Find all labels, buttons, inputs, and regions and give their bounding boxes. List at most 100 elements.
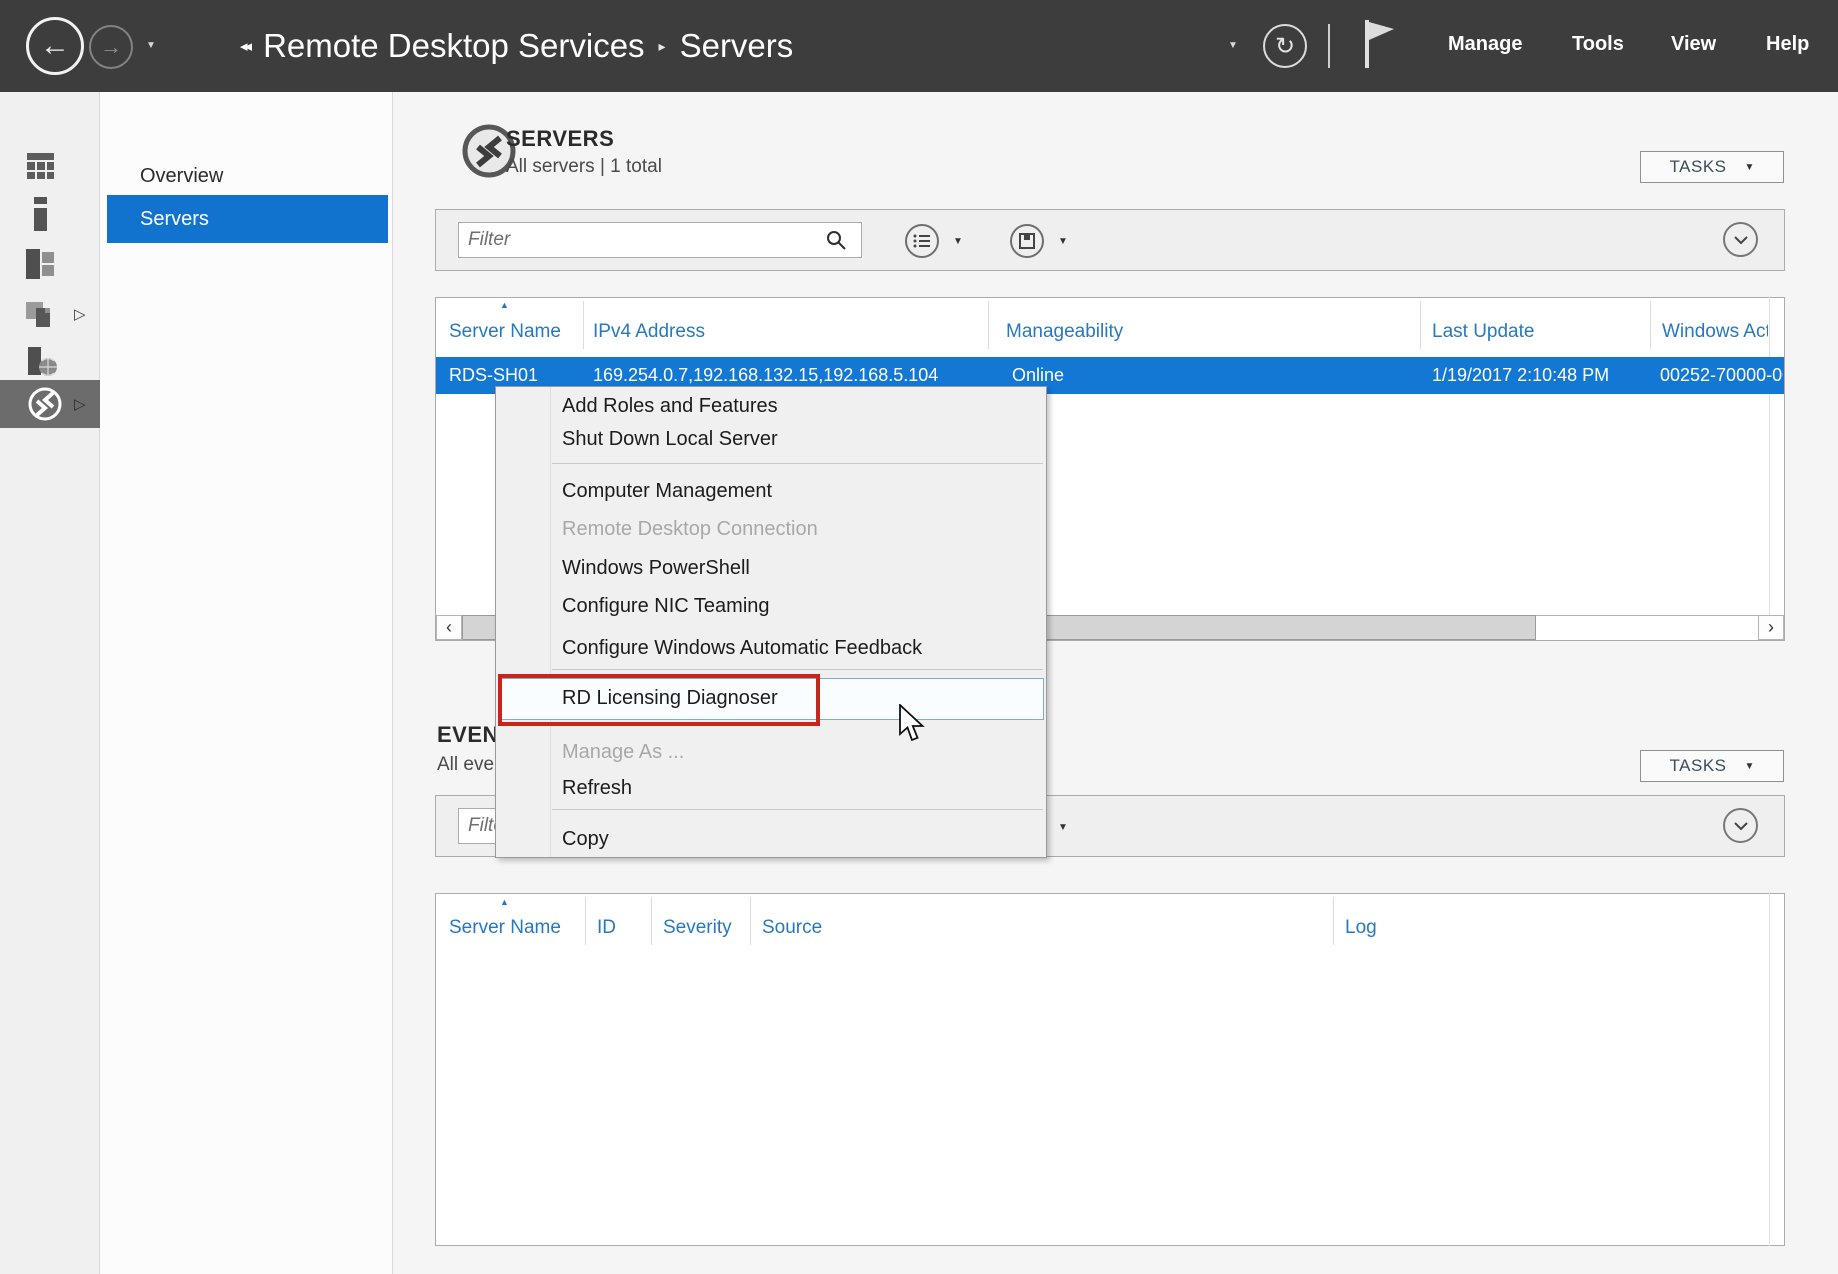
forward-arrow-icon: →	[100, 34, 122, 60]
events-column-source[interactable]: Source	[762, 914, 822, 942]
column-divider	[1650, 301, 1651, 349]
menu-item-windows-powershell[interactable]: Windows PowerShell	[562, 551, 1041, 585]
refresh-icon: ↻	[1275, 32, 1295, 61]
events-table	[435, 893, 1785, 1246]
expand-rds-icon[interactable]: ▷	[74, 395, 86, 413]
servers-filter-input[interactable]	[458, 222, 862, 258]
menu-item-copy[interactable]: Copy	[562, 822, 1041, 856]
menu-help[interactable]: Help	[1766, 33, 1809, 56]
sidebar-item-dashboard[interactable]	[0, 144, 100, 188]
column-divider	[988, 301, 989, 349]
refresh-caret-icon[interactable]: ▼	[1228, 40, 1238, 51]
tasks-caret-icon: ▼	[1745, 162, 1755, 173]
menu-separator	[552, 669, 1043, 670]
server-context-menu: Add Roles and Features Shut Down Local S…	[495, 386, 1047, 858]
chevron-down-icon	[1733, 235, 1749, 245]
nav-item-servers[interactable]: Servers	[107, 195, 388, 243]
column-divider	[651, 897, 652, 945]
menu-tools[interactable]: Tools	[1572, 33, 1624, 56]
sidebar-item-web-server[interactable]	[0, 340, 100, 384]
topbar-divider	[1328, 24, 1330, 68]
scroll-left-button[interactable]: ‹	[436, 615, 462, 640]
tasks-caret-icon: ▼	[1745, 761, 1755, 772]
column-header-windows-activation[interactable]: Windows Activation	[1662, 318, 1768, 346]
events-column-log[interactable]: Log	[1345, 914, 1377, 942]
title-bar: ← → ▼ ◂◂ Remote Desktop Services ▸ Serve…	[0, 0, 1838, 92]
mouse-cursor	[898, 704, 926, 749]
expand-file-storage-icon[interactable]: ▷	[74, 305, 86, 323]
all-servers-icon	[26, 249, 56, 279]
events-tasks-button[interactable]: TASKS ▼	[1640, 750, 1784, 782]
column-divider	[583, 301, 584, 349]
saved-queries-button[interactable]	[905, 224, 939, 258]
menu-item-shut-down-local-server[interactable]: Shut Down Local Server	[562, 422, 1041, 456]
tasks-label: TASKS	[1670, 157, 1727, 177]
column-header-last-update[interactable]: Last Update	[1432, 318, 1534, 346]
nav-item-overview[interactable]: Overview	[107, 152, 388, 200]
events-column-id[interactable]: ID	[597, 914, 616, 942]
refresh-button[interactable]: ↻	[1263, 24, 1307, 68]
events-column-server-name[interactable]: Server Name	[449, 914, 561, 942]
menu-item-add-roles-and-features[interactable]: Add Roles and Features	[562, 389, 1041, 423]
history-caret-icon[interactable]: ▼	[146, 40, 156, 51]
servers-section-subtitle: All servers | 1 total	[506, 156, 662, 178]
tasks-label: TASKS	[1670, 756, 1727, 776]
server-manager-window: ← → ▼ ◂◂ Remote Desktop Services ▸ Serve…	[0, 0, 1838, 1274]
sidebar-item-local-server[interactable]	[0, 192, 100, 236]
save-icon	[1019, 233, 1035, 249]
notifications-flag-button[interactable]	[1360, 16, 1400, 79]
search-icon	[826, 230, 848, 252]
save-query-button[interactable]	[1010, 224, 1044, 258]
servers-tasks-button[interactable]: TASKS ▼	[1640, 151, 1784, 183]
breadcrumb: ◂◂ Remote Desktop Services ▸ Servers	[240, 0, 793, 92]
scrollbar-gutter	[1769, 893, 1770, 1246]
sidebar-item-all-servers[interactable]	[0, 242, 100, 286]
file-storage-icon	[26, 300, 54, 328]
breadcrumb-root-label[interactable]: Remote Desktop Services	[263, 27, 644, 65]
annotation-red-box	[498, 674, 820, 726]
list-icon	[913, 233, 931, 249]
sidebar-item-remote-desktop-services[interactable]: ▷	[0, 380, 100, 428]
cell-windows-activation: 00252-70000-00000	[1660, 357, 1783, 394]
column-divider	[750, 897, 751, 945]
menu-item-refresh[interactable]: Refresh	[562, 771, 1041, 805]
scrollbar-gutter	[1769, 297, 1770, 615]
scroll-right-icon: ›	[1768, 617, 1774, 638]
menu-item-manage-as: Manage As ...	[562, 735, 1041, 769]
menu-separator	[552, 463, 1043, 464]
sidebar-item-file-storage-services[interactable]: ▷	[0, 292, 100, 336]
events-collapse-button[interactable]	[1723, 808, 1758, 843]
column-header-server-name[interactable]: Server Name	[449, 318, 561, 346]
scroll-right-button[interactable]: ›	[1758, 615, 1784, 640]
save-query-caret-icon[interactable]: ▼	[1058, 236, 1068, 247]
menu-separator	[552, 809, 1043, 810]
server-globe-icon	[26, 347, 58, 377]
collapse-breadcrumb-icon[interactable]: ◂◂	[240, 37, 249, 55]
menu-item-remote-desktop-connection: Remote Desktop Connection	[562, 512, 1041, 546]
servers-collapse-button[interactable]	[1723, 222, 1758, 257]
events-column-severity[interactable]: Severity	[663, 914, 732, 942]
menu-view[interactable]: View	[1671, 33, 1716, 56]
back-button[interactable]: ←	[26, 17, 84, 75]
breadcrumb-current-label[interactable]: Servers	[680, 27, 794, 65]
dashboard-icon	[26, 152, 56, 180]
breadcrumb-separator-icon: ▸	[659, 38, 666, 55]
back-arrow-icon: ←	[40, 29, 70, 63]
rds-icon	[26, 385, 64, 423]
menu-item-configure-nic-teaming[interactable]: Configure NIC Teaming	[562, 589, 1041, 623]
column-divider	[585, 897, 586, 945]
scroll-left-icon: ‹	[446, 617, 452, 638]
forward-button[interactable]: →	[89, 25, 133, 69]
events-save-query-caret-icon[interactable]: ▼	[1058, 822, 1068, 833]
menu-item-computer-management[interactable]: Computer Management	[562, 474, 1041, 508]
menu-item-configure-windows-automatic-feedback[interactable]: Configure Windows Automatic Feedback	[562, 631, 1041, 665]
menu-manage[interactable]: Manage	[1448, 33, 1522, 56]
menu-gutter	[550, 387, 551, 857]
local-server-icon	[26, 197, 56, 231]
servers-section-title: SERVERS	[506, 126, 614, 152]
column-header-manageability[interactable]: Manageability	[1006, 318, 1123, 346]
flag-icon	[1360, 16, 1400, 74]
column-header-ipv4[interactable]: IPv4 Address	[593, 318, 705, 346]
sort-ascending-icon: ▲	[500, 300, 509, 310]
saved-queries-caret-icon[interactable]: ▼	[953, 236, 963, 247]
